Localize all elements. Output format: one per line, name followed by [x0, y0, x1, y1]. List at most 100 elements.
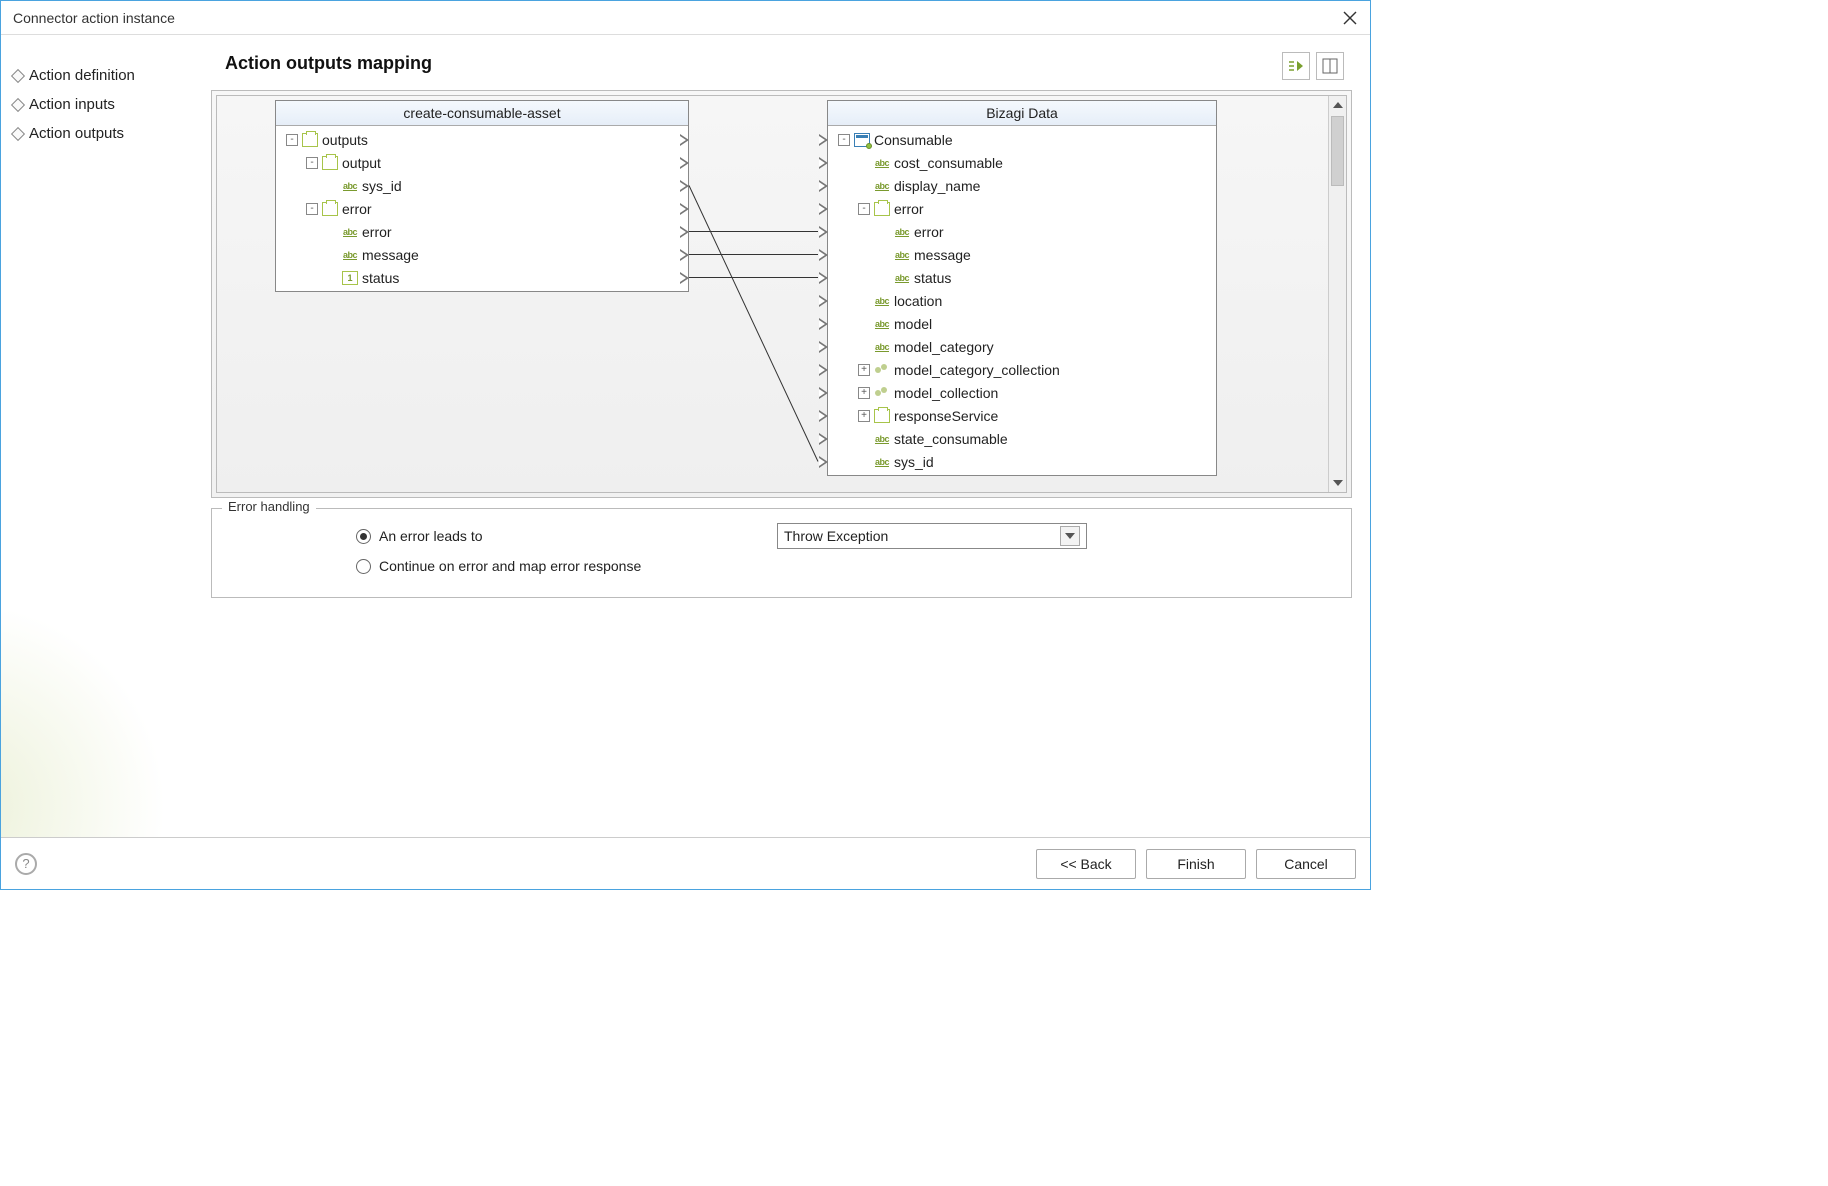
output-port[interactable] — [680, 226, 689, 238]
source-node-sys-id[interactable]: abcsys_id — [276, 174, 688, 197]
input-port[interactable] — [819, 134, 828, 146]
target-node-responseservice[interactable]: +responseService — [828, 404, 1216, 427]
scroll-up-button[interactable] — [1329, 96, 1346, 114]
finish-label: Finish — [1177, 856, 1214, 872]
sidebar-item-action-outputs[interactable]: Action outputs — [13, 119, 199, 148]
source-node-output[interactable]: -output — [276, 151, 688, 174]
num-icon: 1 — [342, 271, 358, 285]
tree-toggle[interactable]: - — [306, 157, 318, 169]
error-option-a-row: An error leads to Throw Exception — [356, 523, 1337, 549]
auto-map-button[interactable] — [1282, 52, 1310, 80]
source-node-message[interactable]: abcmessage — [276, 243, 688, 266]
tree-toggle[interactable]: - — [286, 134, 298, 146]
abc-icon: abc — [894, 225, 910, 239]
source-tree-panel: create-consumable-asset -outputs-outputa… — [275, 100, 689, 292]
output-port[interactable] — [680, 203, 689, 215]
target-node-model-category-collection[interactable]: + model_category_collection — [828, 358, 1216, 381]
source-node-error[interactable]: -error — [276, 197, 688, 220]
cancel-button[interactable]: Cancel — [1256, 849, 1356, 879]
tree-toggle — [858, 433, 870, 445]
node-label: model_category — [894, 339, 994, 355]
node-label: cost_consumable — [894, 155, 1003, 171]
target-node-error[interactable]: abcerror — [828, 220, 1216, 243]
input-port[interactable] — [819, 364, 828, 376]
tree-toggle[interactable]: + — [858, 364, 870, 376]
node-label: model_collection — [894, 385, 998, 401]
target-node-sys-id[interactable]: abcsys_id — [828, 450, 1216, 473]
target-node-model-category[interactable]: abcmodel_category — [828, 335, 1216, 358]
target-node-model-collection[interactable]: + model_collection — [828, 381, 1216, 404]
scrollbar-thumb[interactable] — [1331, 116, 1344, 186]
input-port[interactable] — [819, 180, 828, 192]
error-action-dropdown[interactable]: Throw Exception — [777, 523, 1087, 549]
input-port[interactable] — [819, 456, 828, 468]
input-port[interactable] — [819, 433, 828, 445]
scroll-down-button[interactable] — [1329, 474, 1346, 492]
tree-toggle[interactable]: - — [838, 134, 850, 146]
help-button[interactable]: ? — [15, 853, 37, 875]
chevron-down-icon — [1065, 533, 1075, 539]
back-button[interactable]: << Back — [1036, 849, 1136, 879]
sidebar-item-action-definition[interactable]: Action definition — [13, 61, 199, 90]
obj-icon — [322, 202, 338, 216]
output-port[interactable] — [680, 249, 689, 261]
finish-button[interactable]: Finish — [1146, 849, 1246, 879]
abc-icon: abc — [874, 455, 890, 469]
output-port[interactable] — [680, 180, 689, 192]
tree-toggle[interactable]: - — [306, 203, 318, 215]
target-node-cost-consumable[interactable]: abccost_consumable — [828, 151, 1216, 174]
obj-icon — [302, 133, 318, 147]
target-node-state-consumable[interactable]: abcstate_consumable — [828, 427, 1216, 450]
source-node-status[interactable]: 1status — [276, 266, 688, 289]
source-node-error[interactable]: abcerror — [276, 220, 688, 243]
node-label: Consumable — [874, 132, 953, 148]
node-label: error — [894, 201, 924, 217]
target-node-location[interactable]: abclocation — [828, 289, 1216, 312]
layout-button[interactable] — [1316, 52, 1344, 80]
target-node-error[interactable]: - error — [828, 197, 1216, 220]
input-port[interactable] — [819, 226, 828, 238]
tree-toggle — [858, 341, 870, 353]
chevron-down-icon — [1333, 480, 1343, 486]
error-option-b-row: Continue on error and map error response — [356, 553, 1337, 579]
obj-icon — [322, 156, 338, 170]
vertical-scrollbar[interactable] — [1328, 96, 1346, 492]
input-port[interactable] — [819, 318, 828, 330]
target-node-consumable[interactable]: - Consumable — [828, 128, 1216, 151]
close-button[interactable] — [1338, 6, 1362, 30]
abc-icon: abc — [342, 225, 358, 239]
input-port[interactable] — [819, 203, 828, 215]
sidebar-item-action-inputs[interactable]: Action inputs — [13, 90, 199, 119]
target-node-message[interactable]: abcmessage — [828, 243, 1216, 266]
tree-toggle[interactable]: + — [858, 387, 870, 399]
source-node-outputs[interactable]: -outputs — [276, 128, 688, 151]
input-port[interactable] — [819, 410, 828, 422]
input-port[interactable] — [819, 295, 828, 307]
error-leads-to-radio[interactable] — [356, 529, 371, 544]
input-port[interactable] — [819, 341, 828, 353]
ent-icon — [854, 133, 870, 147]
node-label: status — [914, 270, 951, 286]
abc-icon: abc — [874, 317, 890, 331]
node-label: sys_id — [362, 178, 402, 194]
continue-on-error-radio[interactable] — [356, 559, 371, 574]
obj-icon — [874, 409, 890, 423]
error-action-value: Throw Exception — [784, 528, 888, 544]
tree-toggle[interactable]: + — [858, 410, 870, 422]
error-handling-legend: Error handling — [222, 499, 316, 514]
mapping-canvas[interactable]: create-consumable-asset -outputs-outputa… — [216, 95, 1347, 493]
input-port[interactable] — [819, 387, 828, 399]
target-node-display-name[interactable]: abcdisplay_name — [828, 174, 1216, 197]
target-node-model[interactable]: abcmodel — [828, 312, 1216, 335]
output-port[interactable] — [680, 134, 689, 146]
input-port[interactable] — [819, 157, 828, 169]
target-node-status[interactable]: abcstatus — [828, 266, 1216, 289]
automap-icon — [1287, 59, 1305, 73]
window: Connector action instance Action definit… — [0, 0, 1371, 890]
node-label: model_category_collection — [894, 362, 1060, 378]
output-port[interactable] — [680, 157, 689, 169]
input-port[interactable] — [819, 249, 828, 261]
output-port[interactable] — [680, 272, 689, 284]
input-port[interactable] — [819, 272, 828, 284]
tree-toggle[interactable]: - — [858, 203, 870, 215]
